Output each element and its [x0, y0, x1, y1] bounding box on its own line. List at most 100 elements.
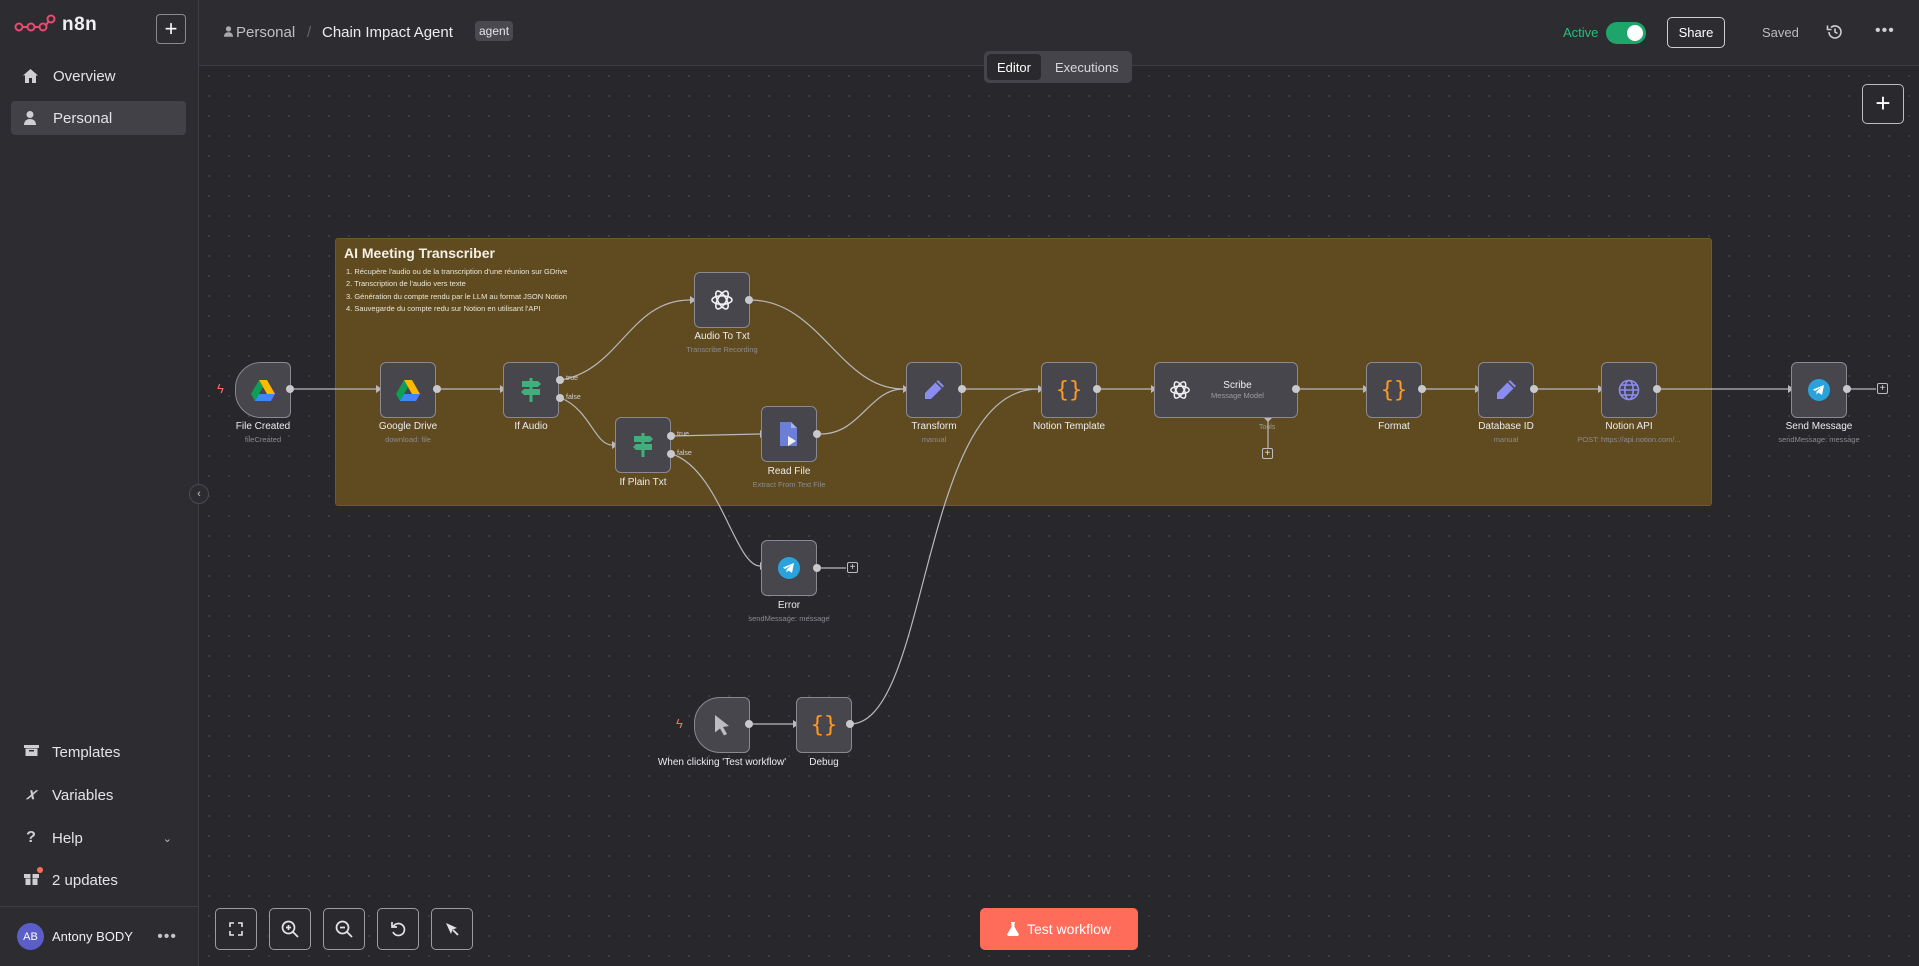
openai-icon	[711, 290, 733, 310]
node-label: If Plain Txt	[619, 477, 667, 488]
node-label: Transform	[911, 421, 957, 432]
cursor-clean-icon	[446, 923, 459, 936]
node-read-file[interactable]	[761, 406, 817, 462]
node-label: Notion API	[1605, 421, 1653, 432]
output-handle[interactable]	[1093, 385, 1101, 393]
google-drive-icon	[251, 379, 275, 401]
zoom-out-icon	[335, 920, 353, 938]
code-braces-icon: {}	[1380, 377, 1408, 403]
trigger-bolt-icon: ϟ	[217, 381, 224, 396]
pencil-icon	[1497, 380, 1516, 399]
undo-icon	[391, 922, 406, 937]
pencil-icon	[925, 380, 944, 399]
node-subtitle: sendMessage: message	[1778, 435, 1860, 444]
output-handle[interactable]	[1530, 385, 1538, 393]
globe-icon	[1618, 379, 1640, 401]
node-audio-to-txt[interactable]	[694, 272, 750, 328]
output-handle[interactable]	[1653, 385, 1661, 393]
cursor-icon	[715, 715, 729, 736]
output-handle[interactable]	[1843, 385, 1851, 393]
port-label-true: true	[566, 375, 579, 382]
trigger-bolt-icon: ϟ	[676, 716, 683, 731]
test-workflow-button[interactable]: Test workflow	[980, 908, 1138, 950]
node-manual-trigger[interactable]	[694, 697, 750, 753]
node-notion-api[interactable]	[1601, 362, 1657, 418]
signpost-icon	[633, 433, 653, 457]
add-tool-button[interactable]: +	[1262, 448, 1273, 459]
node-database-id[interactable]	[1478, 362, 1534, 418]
node-subtitle: sendMessage: message	[748, 614, 830, 623]
node-label: Notion Template	[1032, 421, 1106, 432]
node-error[interactable]	[761, 540, 817, 596]
zoom-out-button[interactable]	[323, 908, 365, 950]
output-handle[interactable]	[745, 720, 753, 728]
node-label: Error	[777, 600, 801, 611]
node-label: If Audio	[514, 421, 548, 432]
node-if-plain-txt[interactable]	[615, 417, 671, 473]
output-handle-false[interactable]	[667, 450, 675, 458]
node-transform[interactable]	[906, 362, 962, 418]
output-handle[interactable]	[1292, 385, 1300, 393]
signpost-icon	[521, 378, 541, 402]
node-label: Google Drive	[378, 421, 438, 432]
node-scribe[interactable]: Scribe Message Model	[1154, 362, 1298, 418]
openai-icon	[1170, 381, 1190, 399]
fit-view-icon	[229, 922, 243, 936]
node-label: File Created	[235, 421, 291, 432]
code-braces-icon: {}	[1055, 377, 1083, 403]
node-if-audio[interactable]	[503, 362, 559, 418]
node-subtitle: download: file	[385, 435, 431, 444]
node-label: Database ID	[1478, 421, 1534, 432]
test-workflow-label: Test workflow	[1026, 921, 1112, 937]
node-google-drive[interactable]	[380, 362, 436, 418]
output-handle[interactable]	[958, 385, 966, 393]
node-label: Read File	[767, 466, 811, 477]
reset-zoom-button[interactable]	[377, 908, 419, 950]
file-extract-icon	[780, 422, 797, 446]
google-drive-icon	[396, 379, 420, 401]
telegram-icon	[778, 557, 800, 579]
output-handle-true[interactable]	[667, 432, 675, 440]
zoom-in-button[interactable]	[269, 908, 311, 950]
telegram-icon	[1808, 379, 1830, 401]
output-handle-false[interactable]	[556, 394, 564, 402]
port-label-false: false	[566, 394, 581, 401]
output-handle[interactable]	[846, 720, 854, 728]
node-subtitle: Transcribe Recording	[686, 345, 758, 354]
node-label: Scribe	[1223, 380, 1252, 391]
node-send-message[interactable]	[1791, 362, 1847, 418]
output-handle[interactable]	[433, 385, 441, 393]
add-next-node-button[interactable]: +	[847, 562, 858, 573]
tab-editor[interactable]: Editor	[987, 54, 1041, 80]
connection-lines	[290, 296, 1876, 728]
node-file-created[interactable]	[235, 362, 291, 418]
output-handle[interactable]	[1418, 385, 1426, 393]
node-label: Audio To Txt	[694, 331, 750, 342]
node-subtitle: POST: https://api.notion.com/...	[1577, 435, 1681, 444]
node-debug[interactable]: {}	[796, 697, 852, 753]
node-label: Debug	[809, 757, 839, 768]
output-handle[interactable]	[745, 296, 753, 304]
tidy-up-button[interactable]	[431, 908, 473, 950]
node-subtitle: fileCreated	[244, 435, 282, 444]
zoom-to-fit-button[interactable]	[215, 908, 257, 950]
add-next-node-button[interactable]: +	[1877, 383, 1888, 394]
code-braces-icon: {}	[810, 712, 838, 738]
zoom-in-icon	[281, 920, 299, 938]
node-format[interactable]: {}	[1366, 362, 1422, 418]
output-handle[interactable]	[286, 385, 294, 393]
node-subtitle: Extract From Text File	[752, 480, 826, 489]
node-subtitle: Message Model	[1211, 391, 1264, 400]
port-label-false: false	[677, 450, 692, 457]
node-subtitle: manual	[921, 435, 947, 444]
output-handle-true[interactable]	[556, 376, 564, 384]
output-handle[interactable]	[813, 564, 821, 572]
flask-icon	[1006, 922, 1019, 936]
output-handle[interactable]	[813, 430, 821, 438]
port-label-tools: Tools	[1259, 424, 1276, 431]
node-label: Send Message	[1785, 421, 1853, 432]
node-notion-template[interactable]: {}	[1041, 362, 1097, 418]
view-tabs: Editor Executions	[984, 51, 1132, 83]
tab-executions[interactable]: Executions	[1045, 54, 1129, 80]
collapse-sidebar-icon[interactable]: ‹	[189, 484, 209, 504]
